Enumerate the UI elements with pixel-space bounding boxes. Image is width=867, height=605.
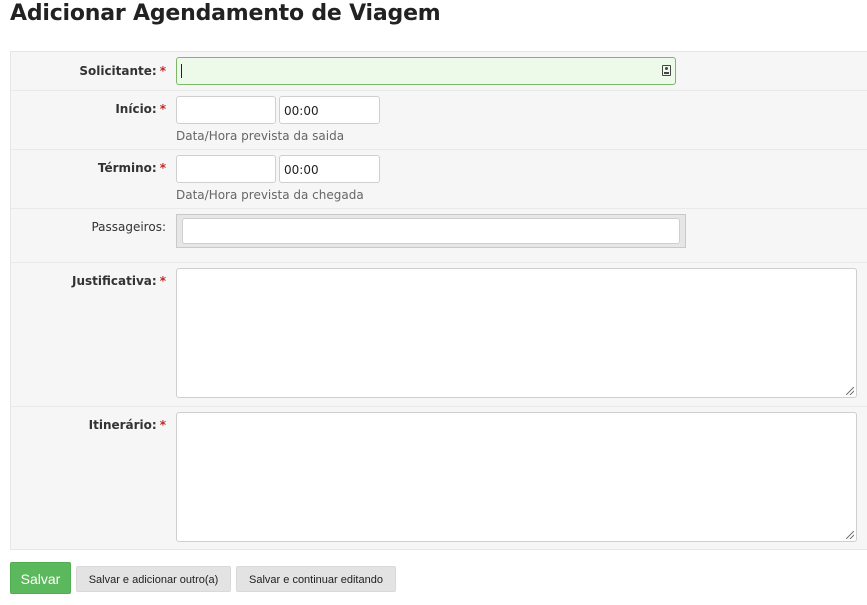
resize-grip-icon[interactable]	[846, 387, 854, 395]
required-marker: *	[159, 102, 166, 116]
required-marker: *	[159, 418, 166, 432]
page-title: Adicionar Agendamento de Viagem	[10, 1, 441, 26]
termino-label: Término: *	[98, 160, 166, 176]
passageiros-widget	[176, 214, 686, 248]
passageiros-label: Passageiros:	[91, 220, 166, 234]
termino-label-text: Término:	[97, 161, 157, 175]
solicitante-row: Solicitante: *	[11, 52, 867, 91]
termino-help-text: Data/Hora prevista da chegada	[176, 188, 364, 202]
inicio-help-text: Data/Hora prevista da saida	[176, 129, 345, 143]
passageiros-input[interactable]	[182, 218, 680, 244]
inicio-label-text: Início:	[115, 102, 157, 116]
inicio-label: Início: *	[115, 101, 166, 117]
passageiros-row: Passageiros:	[11, 208, 867, 263]
solicitante-label-text: Solicitante:	[79, 64, 157, 78]
itinerario-row: Itinerário: *	[11, 406, 867, 549]
save-button[interactable]: Salvar	[10, 562, 71, 594]
itinerario-label: Itinerário: *	[89, 417, 166, 433]
required-marker: *	[159, 274, 166, 288]
justificativa-textarea[interactable]	[176, 268, 857, 398]
inicio-row: Início: * 00:00 Data/Hora prevista da sai…	[11, 90, 867, 150]
save-add-another-button[interactable]: Salvar e adicionar outro(a)	[76, 566, 231, 592]
justificativa-label: Justificativa: *	[72, 273, 166, 289]
justificativa-row: Justificativa: *	[11, 262, 867, 407]
justificativa-label-text: Justificativa:	[72, 274, 157, 288]
solicitante-label: Solicitante: *	[79, 63, 166, 79]
itinerario-label-text: Itinerário:	[88, 418, 157, 432]
inicio-time-value: 00:00	[284, 104, 319, 118]
resize-grip-icon[interactable]	[846, 531, 854, 539]
inicio-date-input[interactable]	[176, 96, 276, 124]
required-marker: *	[159, 64, 166, 78]
save-continue-editing-button[interactable]: Salvar e continuar editando	[236, 566, 396, 592]
required-marker: *	[159, 161, 166, 175]
solicitante-input[interactable]	[176, 57, 676, 85]
appointment-form: Solicitante: * Início: * 00:00 Data/Hora p…	[10, 51, 867, 550]
termino-time-input[interactable]: 00:00	[279, 155, 380, 183]
itinerario-textarea[interactable]	[176, 412, 857, 542]
termino-date-input[interactable]	[176, 155, 276, 183]
id-card-icon[interactable]	[662, 65, 671, 76]
text-cursor	[181, 64, 182, 78]
termino-time-value: 00:00	[284, 163, 319, 177]
inicio-time-input[interactable]: 00:00	[279, 96, 380, 124]
termino-row: Término: * 00:00 Data/Hora prevista da ch…	[11, 149, 867, 209]
